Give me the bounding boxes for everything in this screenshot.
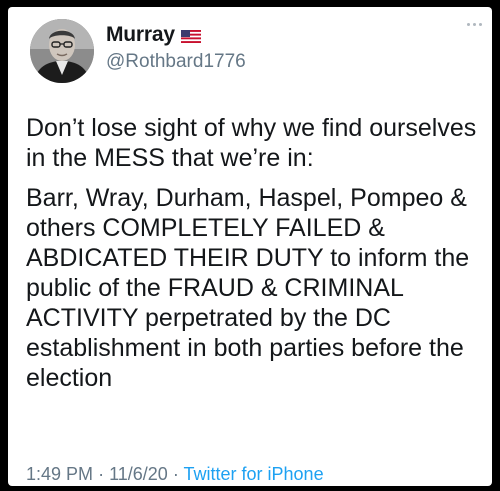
tweet-card: Murray @Rothbard1776 Don’t lose sight of… — [8, 7, 492, 486]
handle[interactable]: @Rothbard1776 — [106, 51, 246, 73]
avatar-photo-icon — [30, 19, 94, 83]
tweet-time[interactable]: 1:49 PM — [26, 464, 93, 484]
tweet-meta: 1:49 PM · 11/6/20 · Twitter for iPhone — [26, 464, 324, 485]
tweet-source-link[interactable]: Twitter for iPhone — [184, 464, 324, 484]
tweet-paragraph: Don’t lose sight of why we find ourselve… — [26, 114, 477, 172]
tweet-text: Don’t lose sight of why we find ourselve… — [26, 113, 486, 403]
meta-separator: · — [98, 464, 105, 484]
display-name[interactable]: Murray — [106, 23, 175, 47]
meta-separator: · — [172, 464, 179, 484]
more-options-icon[interactable] — [467, 23, 482, 26]
us-flag-icon — [180, 29, 201, 43]
more-dot — [473, 23, 476, 26]
author-name-row: Murray — [106, 23, 201, 47]
avatar[interactable] — [30, 19, 94, 83]
more-dot — [479, 23, 482, 26]
more-dot — [467, 23, 470, 26]
tweet-date[interactable]: 11/6/20 — [109, 464, 168, 484]
tweet-paragraph: Barr, Wray, Durham, Haspel, Pompeo & oth… — [26, 184, 470, 392]
